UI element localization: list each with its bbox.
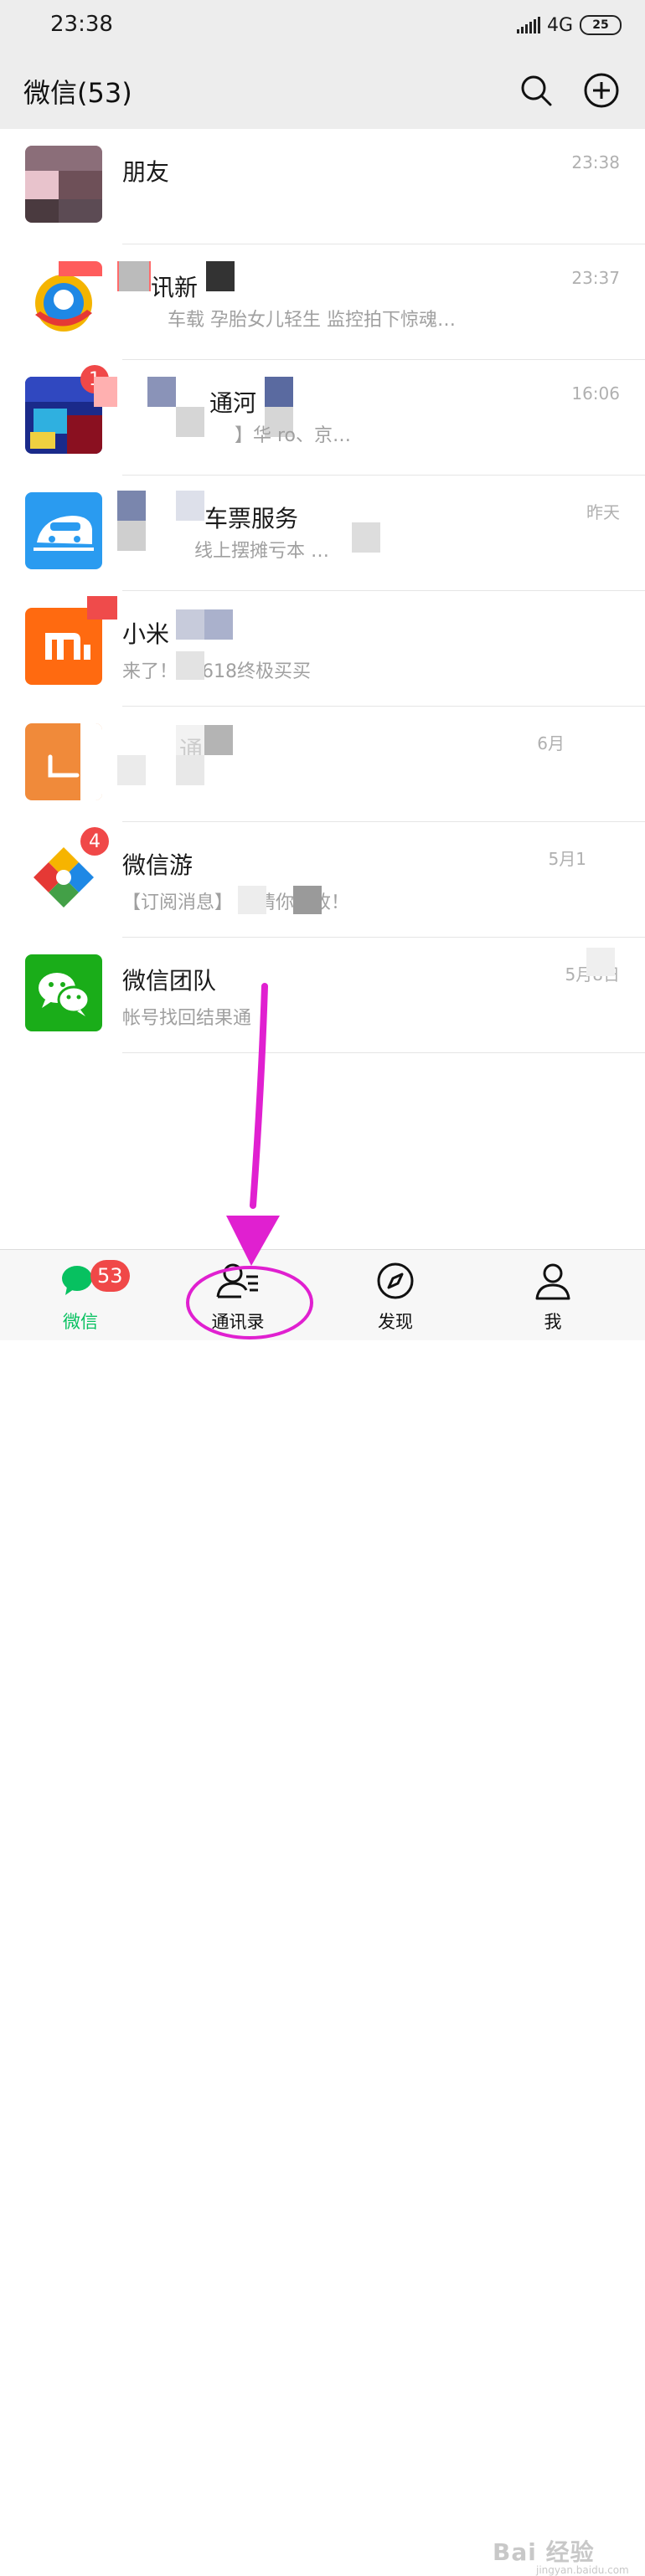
mosaic-block [176, 491, 204, 521]
status-bar: 23:38 4G 25 [0, 0, 645, 52]
chat-list: 朋友 23:38 讯新 车载 孕胎女儿轻生 监控拍下惊魂… 23:37 通河 】… [0, 129, 645, 1053]
chat-name: 讯新 [151, 274, 199, 301]
mosaic-block [117, 521, 146, 551]
chat-time: 6月 [537, 733, 565, 753]
mosaic-block [176, 651, 204, 680]
chat-name: 小米 [122, 620, 170, 648]
tab-contacts[interactable]: 通讯录 [157, 1250, 318, 1340]
tab-label: 我 [544, 1312, 562, 1332]
mosaic-block [204, 725, 233, 755]
status-time: 23:38 [50, 12, 113, 37]
chat-name: 微信游 [122, 851, 194, 879]
plus-circle-icon [584, 73, 619, 108]
tab-label: 微信 [63, 1312, 98, 1332]
search-button[interactable] [519, 74, 553, 107]
mosaic-block [293, 886, 322, 914]
avatar [25, 146, 102, 223]
tab-discover[interactable]: 发现 [315, 1250, 476, 1340]
chat-item[interactable]: 1 通河 】华 ro、京… 16:06 [0, 360, 645, 476]
search-icon [521, 75, 552, 106]
tab-me[interactable]: 我 [472, 1250, 633, 1340]
unread-count-badge: 53 [90, 1260, 130, 1292]
wechat-logo-icon [39, 973, 90, 1016]
compass-icon [377, 1262, 414, 1299]
train-icon [34, 516, 94, 551]
add-button[interactable] [583, 72, 620, 109]
unread-badge: 4 [80, 827, 109, 856]
chat-preview: 车载 孕胎女儿轻生 监控拍下惊魂… [168, 310, 456, 331]
mosaic-block [265, 377, 293, 407]
battery-icon: 25 [580, 15, 622, 35]
chat-item[interactable]: 讯新 车载 孕胎女儿轻生 监控拍下惊魂… 23:37 [0, 244, 645, 360]
divider [122, 1052, 645, 1053]
chat-item[interactable]: 车票服务 线上摆摊亏本 … 昨天 [0, 476, 645, 591]
chat-time: 16:06 [571, 383, 620, 404]
watermark: Bai 经验 [493, 2538, 595, 2566]
chat-name: 朋友 [122, 158, 170, 186]
service-app-icon [48, 723, 102, 800]
mosaic-block [206, 261, 235, 291]
chat-item[interactable]: 朋友 23:38 [0, 129, 645, 244]
mosaic-block [87, 596, 117, 620]
chat-preview: 】华 ro、京… [235, 425, 352, 446]
mosaic-block [117, 491, 146, 521]
signal-icon [516, 17, 540, 33]
mosaic-block [176, 407, 204, 437]
chat-name: 通河 [209, 389, 257, 417]
mosaic-block [117, 755, 146, 785]
network-type: 4G [546, 14, 573, 36]
chat-item[interactable]: 通 6月 [0, 707, 645, 822]
chat-item[interactable]: 小米 来了！ 米618终极买买 [0, 591, 645, 707]
person-icon [535, 1263, 570, 1300]
mosaic-block [176, 609, 204, 640]
contacts-icon [216, 1263, 258, 1298]
chat-item[interactable]: 微信团队 帐号找回结果通 5月8日 [0, 938, 645, 1053]
avatar [25, 723, 102, 800]
mosaic-block [119, 261, 149, 291]
chat-preview: 线上摆摊亏本 … [194, 541, 329, 562]
mosaic-block [94, 377, 117, 407]
mosaic-block [586, 948, 615, 976]
mosaic-block [147, 377, 176, 407]
tab-chats[interactable]: 53 微信 [0, 1250, 161, 1340]
chat-time: 5月1 [548, 849, 586, 869]
chat-time: 23:38 [571, 152, 620, 172]
status-indicators: 4G 25 [516, 12, 622, 39]
page-title: 微信(53) [23, 77, 132, 109]
watermark-url: jingyan.baidu.com [536, 2564, 629, 2576]
chat-time: 昨天 [586, 502, 620, 522]
mosaic-block [204, 609, 233, 640]
chat-preview: 来了！ 米618终极买买 [122, 661, 311, 682]
app-header: 微信(53) [0, 52, 645, 129]
chat-item[interactable]: 4 微信游 【订阅消息】 ，请你查收！ 5月1 [0, 822, 645, 938]
mosaic-block [176, 755, 204, 785]
bottom-tab-bar: 53 微信 通讯录 发现 我 Bai 经验 jingyan.baidu.com [0, 1249, 645, 2576]
tab-label: 通讯录 [211, 1312, 265, 1332]
chat-preview: 帐号找回结果通 [122, 1008, 252, 1029]
avatar [25, 954, 102, 1031]
tab-label: 发现 [378, 1312, 413, 1332]
mosaic-block [238, 886, 266, 914]
avatar [25, 492, 102, 569]
avatar [25, 261, 102, 338]
mosaic-block [352, 522, 380, 553]
chat-time: 23:37 [571, 268, 620, 288]
chat-name: 车票服务 [204, 505, 299, 532]
chat-name: 微信团队 [122, 967, 217, 995]
